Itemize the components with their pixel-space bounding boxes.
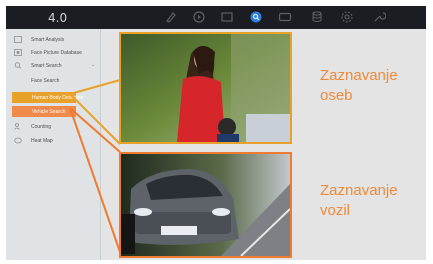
sidebar-item-human-body-detection[interactable]: Human Body Detection — [12, 92, 83, 103]
search-icon[interactable] — [164, 10, 178, 24]
vehicle-detection-caption: Zaznavanje vozil — [320, 182, 398, 219]
sidebar-item-smart-analysis[interactable]: Smart Analysis — [6, 34, 100, 45]
top-toolbar: 4.0 — [6, 6, 426, 29]
sidebar-item-heat-map[interactable]: Heat Map — [6, 135, 100, 146]
chevron-down-icon: ⌄ — [91, 62, 96, 68]
screen-icon[interactable] — [278, 10, 292, 24]
people-icon — [14, 123, 22, 130]
settings-icon[interactable] — [340, 10, 354, 24]
sidebar-item-vehicle-search[interactable]: Vehicle Search — [12, 106, 76, 117]
folder-icon[interactable] — [220, 10, 234, 24]
vehicle-detection-image — [119, 152, 292, 258]
version-label: 4.0 — [48, 11, 68, 25]
face-db-icon — [14, 49, 22, 56]
sidebar-item-counting[interactable]: Counting — [6, 121, 100, 132]
playback-icon[interactable] — [192, 10, 206, 24]
storage-icon[interactable] — [310, 10, 324, 24]
sidebar: Smart Analysis Face Picture Database Sma… — [6, 29, 101, 260]
magnifier-icon — [14, 62, 22, 69]
human-detection-image — [119, 32, 292, 144]
heat-icon — [14, 137, 22, 144]
chart-icon — [14, 36, 22, 43]
sidebar-item-smart-search[interactable]: Smart Search ⌄ — [6, 60, 100, 71]
sidebar-item-face-picture-database[interactable]: Face Picture Database — [6, 47, 100, 58]
person-detection-caption: Zaznavanje oseb — [320, 67, 398, 104]
smart-analysis-icon[interactable] — [249, 10, 263, 24]
maintenance-icon[interactable] — [372, 10, 386, 24]
sidebar-item-face-search[interactable]: Face Search — [6, 75, 100, 86]
